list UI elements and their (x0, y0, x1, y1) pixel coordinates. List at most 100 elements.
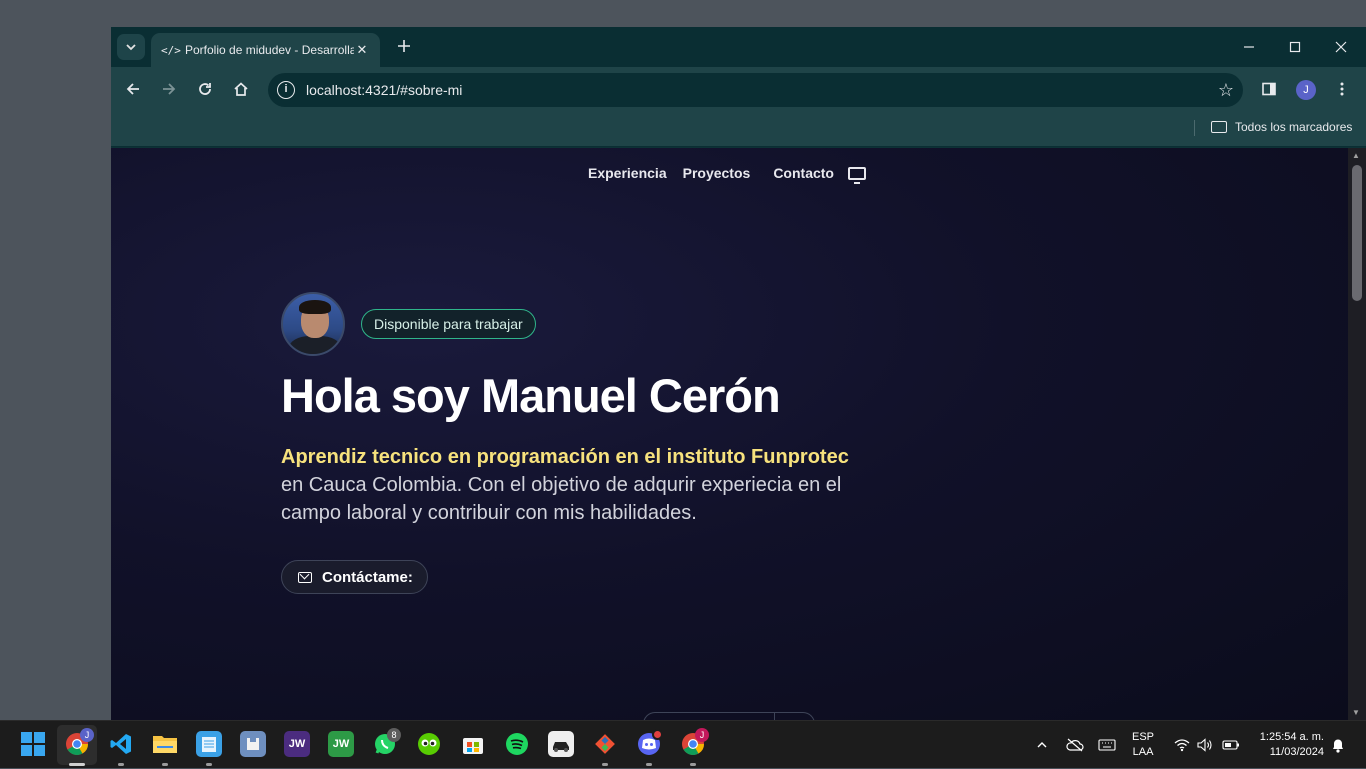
home-icon (234, 82, 248, 96)
new-tab-button[interactable] (393, 36, 415, 58)
keyboard-icon (1098, 739, 1116, 751)
clock-time: 1:25:54 a. m. (1259, 731, 1324, 743)
tab-strip: </> Porfolio de midudev - Desarrollador … (111, 27, 1366, 67)
forward-button[interactable] (155, 75, 183, 103)
language-line2: LAA (1132, 746, 1154, 758)
git-taskbar-button[interactable] (592, 731, 618, 757)
game-taskbar-button[interactable] (548, 731, 574, 757)
close-icon[interactable]: ✕ (354, 42, 370, 58)
wifi-icon (1174, 739, 1190, 752)
site-nav: Experiencia Proyectos Contacto (588, 165, 866, 184)
nav-contacto[interactable]: Contacto (773, 165, 834, 181)
chrome-profile-badge: J (80, 728, 94, 742)
active-indicator (69, 763, 85, 766)
notepad-icon (202, 737, 216, 752)
explorer-taskbar-button[interactable] (152, 731, 178, 757)
info-icon[interactable]: i (277, 81, 295, 99)
vscode-icon (110, 734, 131, 754)
hero-description: Aprendiz tecnico en programación en el i… (281, 443, 861, 527)
car-icon (553, 742, 569, 752)
battery-tray[interactable] (1222, 721, 1240, 769)
system-clock[interactable]: 1:25:54 a. m. 11/03/2024 (1250, 730, 1324, 760)
home-button[interactable] (227, 75, 255, 103)
discord-indicator (646, 763, 652, 766)
page-scrollbar[interactable]: ▲ ▼ (1348, 148, 1366, 720)
spotify-taskbar-button[interactable] (504, 731, 530, 757)
browser-tab[interactable]: </> Porfolio de midudev - Desarrollador … (151, 33, 380, 67)
network-tray[interactable] (1174, 721, 1190, 769)
reload-button[interactable] (191, 75, 219, 103)
tab-search-button[interactable] (117, 34, 145, 60)
chevron-up-icon (1037, 742, 1047, 748)
star-icon[interactable]: ☆ (1209, 80, 1243, 101)
sidepanel-icon (1262, 82, 1276, 96)
description-rest: en Cauca Colombia. Con el objetivo de ad… (281, 474, 842, 524)
app-taskbar-button[interactable] (240, 731, 266, 757)
contact-button[interactable]: Contáctame: (281, 560, 428, 594)
scroll-down-icon[interactable]: ▼ (1352, 708, 1360, 717)
store-taskbar-button[interactable] (460, 731, 486, 757)
nav-proyectos[interactable]: Proyectos (683, 165, 751, 181)
notepad-taskbar-button[interactable] (196, 731, 222, 757)
all-bookmarks-label: Todos los marcadores (1235, 120, 1353, 134)
jw-library-button[interactable]: JW (284, 731, 310, 757)
scroll-up-icon[interactable]: ▲ (1352, 151, 1360, 160)
menu-button[interactable] (1328, 75, 1356, 103)
close-window-button[interactable] (1318, 33, 1364, 61)
store-icon (463, 738, 483, 754)
duolingo-taskbar-button[interactable] (416, 731, 442, 757)
show-hidden-icons[interactable] (1036, 721, 1048, 769)
clock-date: 11/03/2024 (1269, 746, 1324, 758)
plus-icon (398, 40, 410, 52)
maximize-icon (1289, 41, 1301, 53)
windows-icon (21, 732, 45, 756)
scroll-thumb[interactable] (1352, 165, 1362, 301)
vscode-taskbar-button[interactable] (108, 731, 134, 757)
side-panel-button[interactable] (1255, 75, 1283, 103)
back-icon (126, 83, 139, 95)
forward-icon (163, 83, 176, 95)
url-text[interactable]: localhost:4321/#sobre-mi (306, 82, 1209, 98)
language-indicator[interactable]: ESP LAA (1132, 730, 1154, 760)
tab-title: Porfolio de midudev - Desarrollador (185, 43, 354, 57)
chevron-down-icon (126, 44, 136, 51)
code-icon: </> (161, 43, 181, 57)
all-bookmarks-button[interactable]: Todos los marcadores (1211, 120, 1352, 134)
hero-title: Hola soy Manuel Cerón (281, 369, 781, 422)
duolingo-icon (418, 733, 440, 755)
profile-avatar[interactable]: J (1296, 80, 1316, 100)
bookmarks-bar: Todos los marcadores (111, 111, 1366, 147)
notepad-indicator (206, 763, 212, 766)
mail-icon (298, 571, 312, 583)
volume-icon (1197, 738, 1212, 752)
app-icon (247, 738, 259, 750)
floating-pill (643, 712, 815, 720)
browser-window: </> Porfolio de midudev - Desarrollador … (111, 27, 1366, 720)
jw-app-button[interactable]: JW (328, 731, 354, 757)
keyboard-tray[interactable] (1098, 721, 1116, 769)
reload-icon (199, 83, 211, 95)
chrome2-profile-badge: J (695, 728, 709, 742)
minimize-button[interactable] (1226, 33, 1272, 61)
chrome2-indicator (690, 763, 696, 766)
bookmarks-separator (1194, 120, 1195, 136)
folder-icon (153, 736, 177, 753)
spotify-icon (506, 733, 528, 755)
maximize-button[interactable] (1272, 33, 1318, 61)
start-button[interactable] (20, 731, 46, 757)
address-bar[interactable]: i localhost:4321/#sobre-mi ☆ (268, 73, 1243, 107)
nav-experiencia[interactable]: Experiencia (588, 165, 667, 181)
volume-tray[interactable] (1197, 721, 1213, 769)
folder-icon (1211, 121, 1227, 133)
monitor-icon[interactable] (847, 166, 866, 184)
language-line1: ESP (1132, 731, 1155, 743)
bell-icon (1333, 739, 1343, 753)
onedrive-tray[interactable] (1066, 721, 1084, 769)
more-icon (1340, 82, 1344, 96)
battery-icon (1222, 740, 1239, 750)
back-button[interactable] (119, 75, 147, 103)
notifications-tray[interactable] (1331, 721, 1345, 769)
whatsapp-badge: 8 (387, 728, 401, 742)
contact-button-label: Contáctame: (322, 568, 413, 586)
profile-photo (281, 292, 345, 356)
